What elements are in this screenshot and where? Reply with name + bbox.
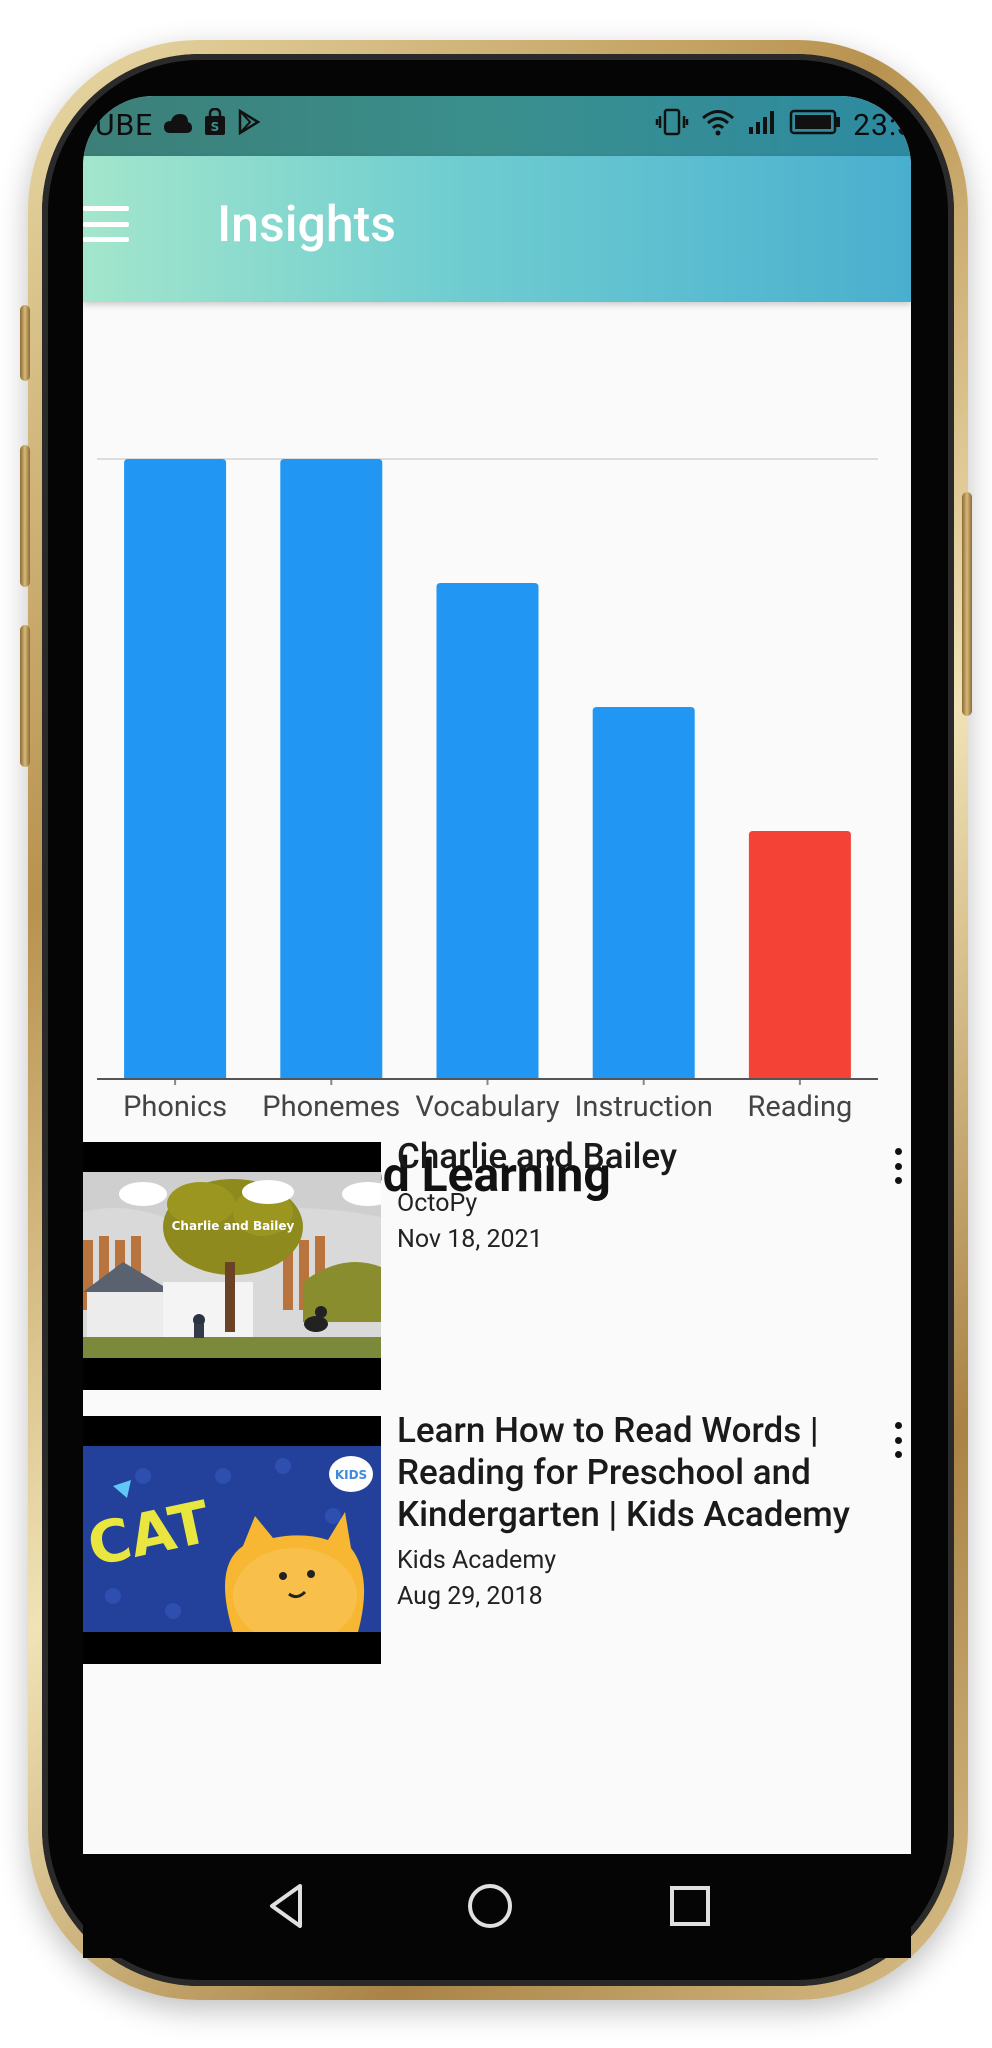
signal-icon (747, 109, 777, 142)
phone-side-button (20, 445, 30, 587)
back-icon[interactable] (258, 1876, 318, 1936)
svg-text:S: S (211, 120, 220, 134)
chart-tick-label: Phonics (123, 1090, 227, 1124)
status-time: 23:3 (853, 108, 911, 143)
video-title[interactable]: Learn How to Read Words | Reading for Pr… (397, 1410, 867, 1536)
video-date: Aug 29, 2018 (397, 1582, 543, 1611)
thumbnail-caption: Charlie and Bailey (172, 1219, 295, 1233)
video-channel: OctoPy (397, 1189, 478, 1218)
status-right: 23:3 (655, 108, 911, 143)
more-options-icon[interactable] (891, 1422, 905, 1458)
video-thumbnail-image: Charlie and Bailey (83, 1172, 381, 1358)
home-icon[interactable] (460, 1876, 520, 1936)
phone-side-button (962, 492, 972, 716)
chart-bar-phonemes[interactable] (280, 459, 383, 1079)
phone-side-button (20, 625, 30, 767)
insights-chart: Phonics Phonemes Vocabulary Instruction Read… (83, 346, 911, 1136)
phone-side-button (20, 305, 30, 381)
chart-tick-label: Vocabulary (415, 1090, 559, 1124)
video-list-item[interactable]: CAT KIDS Learn How to Read Words | Readi… (83, 1410, 911, 1664)
vibrate-icon (655, 108, 689, 143)
play-store-icon (237, 108, 261, 142)
battery-icon (789, 109, 841, 142)
chart-bar-reading[interactable] (748, 831, 851, 1079)
video-list-item[interactable]: Charlie and Bailey Charlie and Bailey Oc… (83, 1136, 911, 1390)
video-thumbnail-image: CAT KIDS (83, 1446, 381, 1632)
chart-tick-label: Phonemes (262, 1090, 400, 1124)
chart-tick-label: Instruction (574, 1090, 712, 1124)
navigation-bar (83, 1854, 911, 1958)
wifi-icon (701, 108, 735, 143)
chart-bar-instruction[interactable] (592, 707, 695, 1079)
recents-icon[interactable] (660, 1876, 720, 1936)
chart-tick-label: Reading (748, 1090, 853, 1124)
bar-chart: Phonics Phonemes Vocabulary Instruction Read… (97, 458, 878, 1124)
video-title[interactable]: Charlie and Bailey (397, 1136, 867, 1178)
more-options-icon[interactable] (891, 1148, 905, 1184)
page-title: Insights (217, 196, 396, 254)
kids-academy-logo: KIDS (335, 1468, 367, 1482)
video-thumbnail[interactable]: CAT KIDS (83, 1416, 381, 1664)
status-bar: UBE S 23:3 (83, 96, 911, 156)
app-bar: Insights (83, 156, 911, 302)
chart-bar-phonics[interactable] (124, 459, 227, 1079)
cloud-icon (163, 109, 193, 142)
video-thumbnail[interactable]: Charlie and Bailey (83, 1142, 381, 1390)
video-channel: Kids Academy (397, 1546, 557, 1575)
phone-screen: UBE S 23:3 Insights Phonics Phonemes Voc… (83, 96, 911, 1854)
chart-bar-vocabulary[interactable] (436, 583, 539, 1079)
status-notification-text: UBE (95, 108, 154, 143)
menu-icon[interactable] (83, 206, 129, 242)
status-left: UBE S (95, 107, 261, 143)
shopping-bag-icon: S (203, 107, 227, 143)
video-date: Nov 18, 2021 (397, 1225, 543, 1254)
